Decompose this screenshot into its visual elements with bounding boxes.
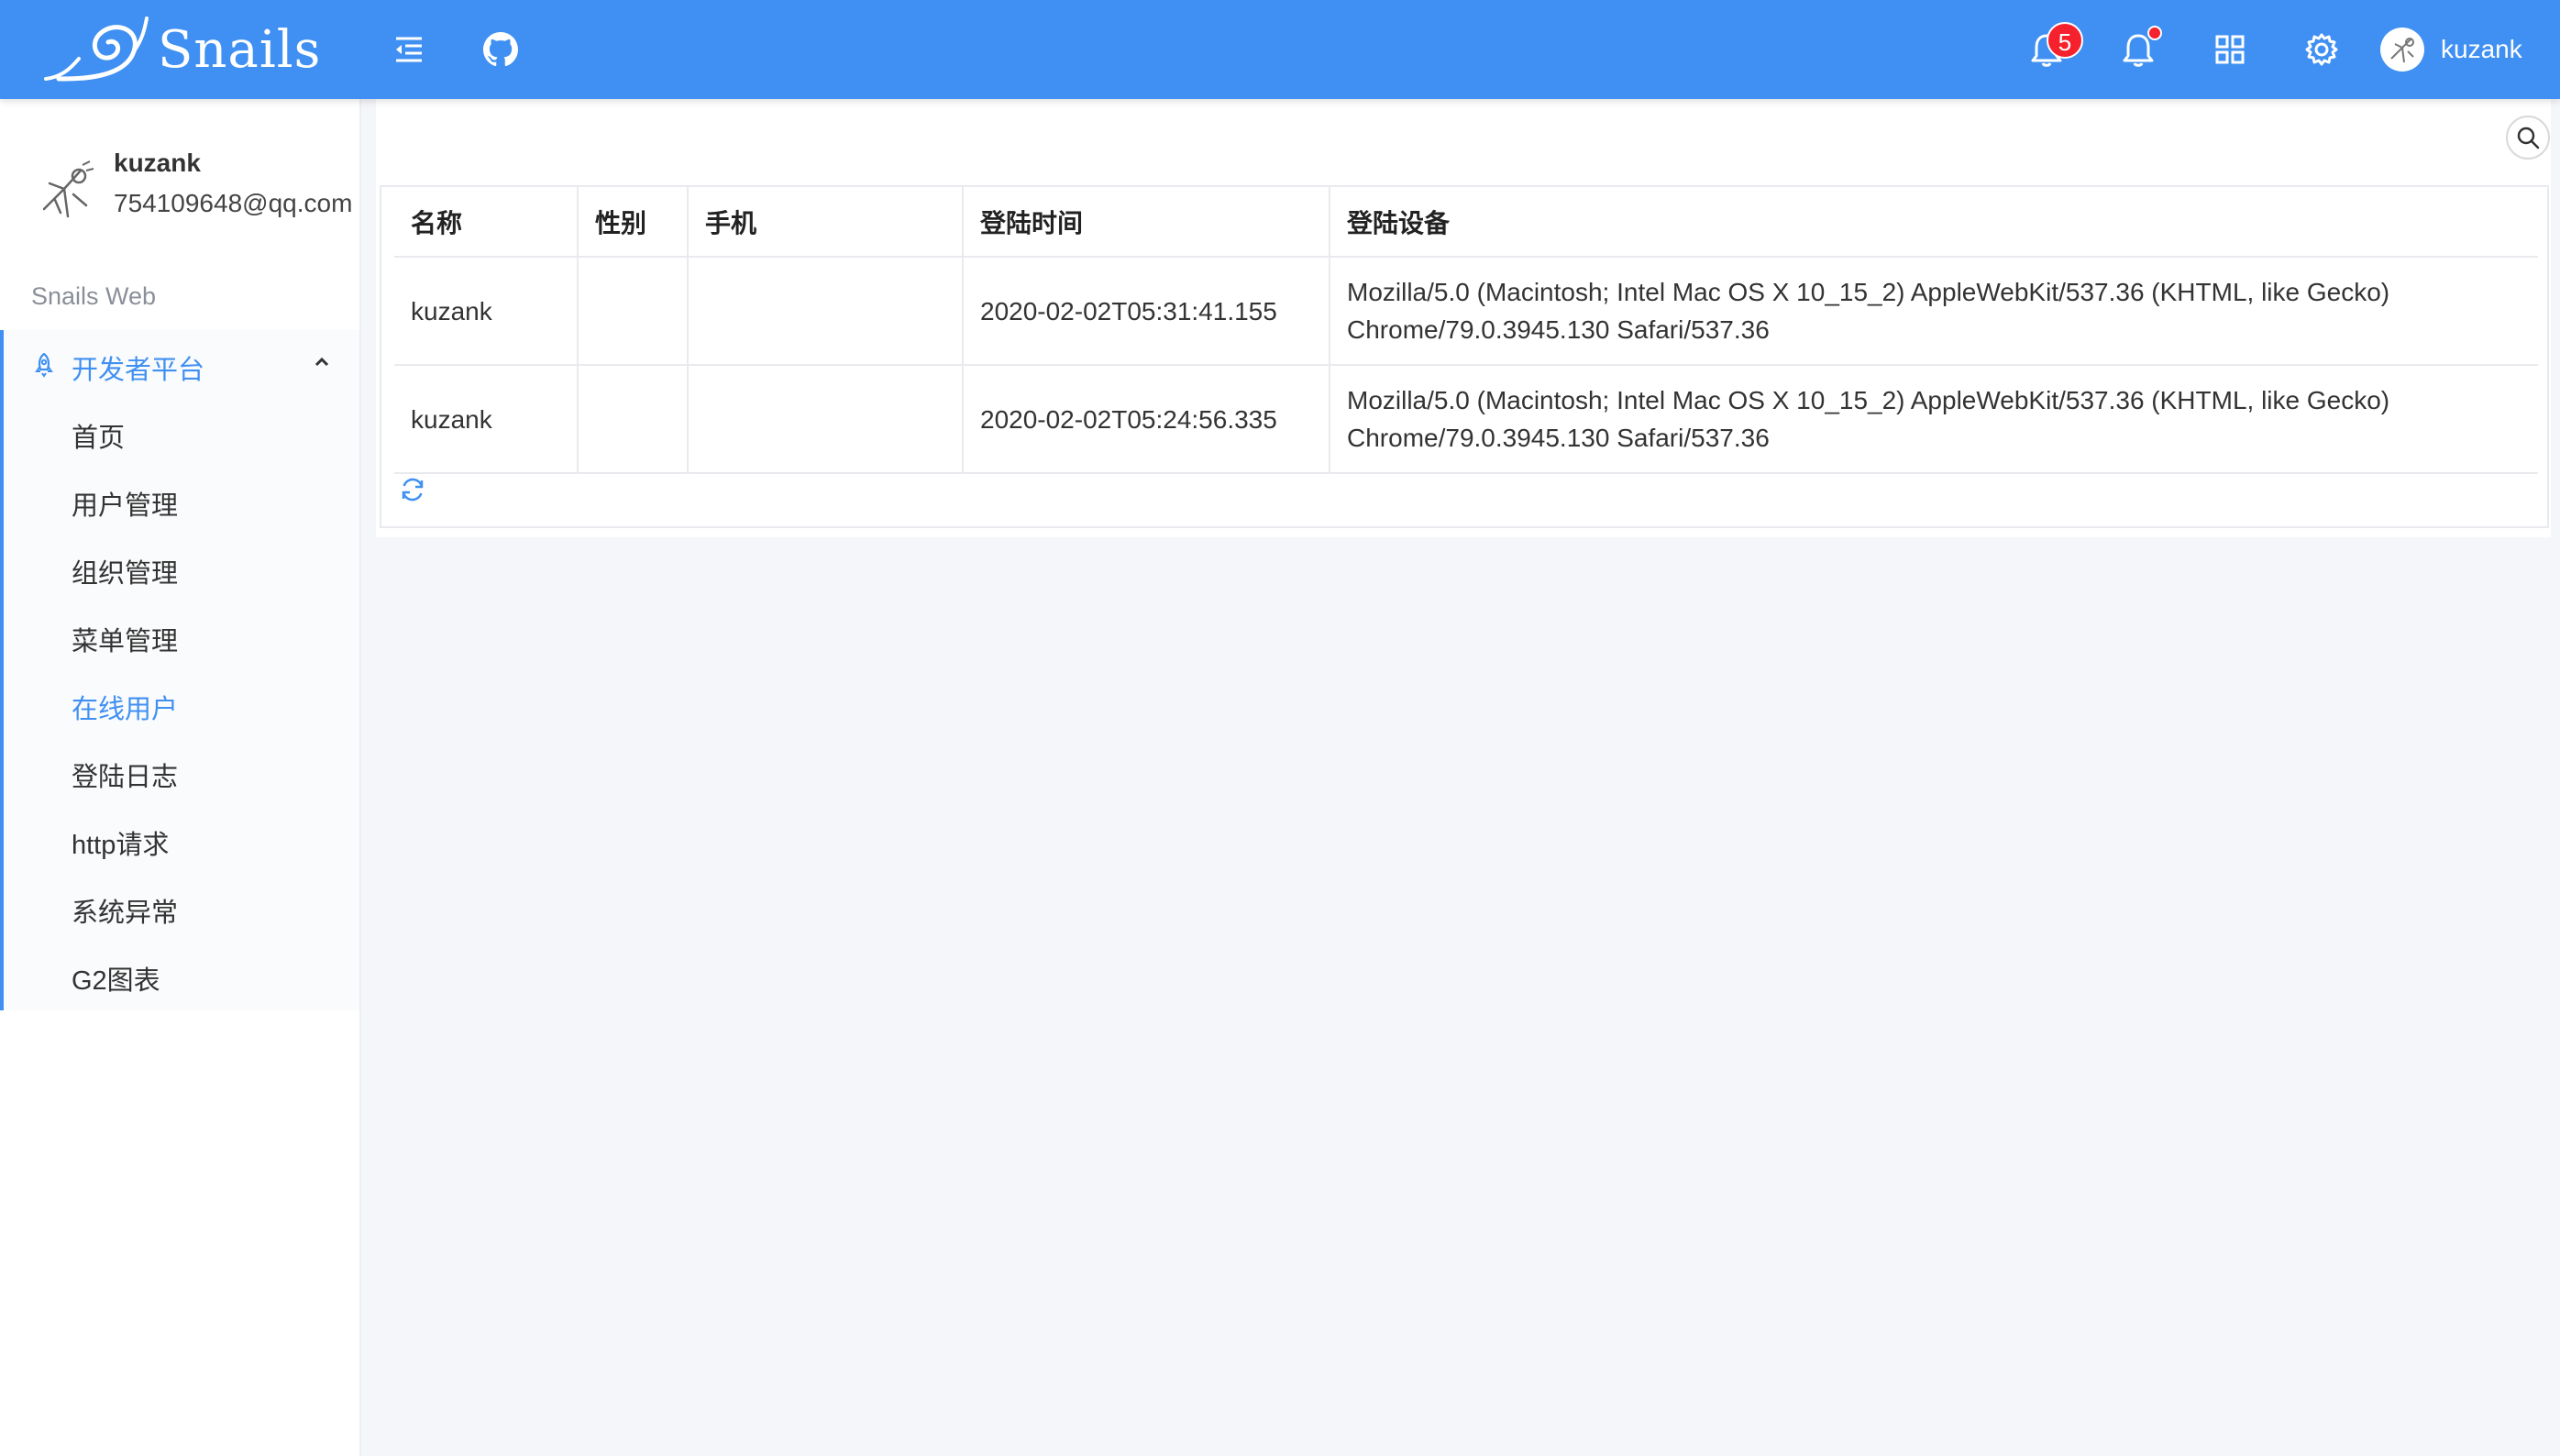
table-header-row: 名称 性别 手机 登陆时间 登陆设备 [394, 187, 2538, 258]
sidebar-item-label: G2图表 [72, 966, 160, 996]
user-avatar-sketch-icon [2390, 38, 2414, 63]
data-table: 名称 性别 手机 登陆时间 登陆设备 kuzank 2020-02-02T05:… [394, 187, 2538, 474]
unread-dot-badge [2147, 26, 2162, 40]
gear-icon [2305, 33, 2338, 66]
apps-grid-icon [2215, 35, 2245, 64]
profile-email: 754109648@qq.com [114, 189, 353, 217]
sidebar-item-label: 系统异常 [72, 899, 179, 928]
sidebar: kuzank 754109648@qq.com Snails Web 开发者平台… [0, 99, 361, 1456]
column-header-name[interactable]: 名称 [394, 187, 579, 258]
user-menu[interactable]: kuzank [2380, 28, 2522, 72]
sidebar-item-online-users[interactable]: 在线用户 [0, 669, 359, 737]
sidebar-item-http-requests[interactable]: http请求 [0, 805, 359, 873]
sidebar-item-login-logs[interactable]: 登陆日志 [0, 737, 359, 805]
notifications-button[interactable]: 5 [2019, 22, 2083, 77]
submenu-developer-platform[interactable]: 开发者平台 [0, 330, 359, 398]
menu-fold-button[interactable] [381, 22, 436, 77]
refresh-icon [402, 478, 424, 502]
sidebar-item-system-errors[interactable]: 系统异常 [0, 873, 359, 941]
github-button[interactable] [473, 22, 528, 77]
header-username: kuzank [2441, 35, 2522, 63]
cell-gender [578, 365, 689, 474]
sidebar-item-orgs[interactable]: 组织管理 [0, 534, 359, 601]
cell-login-time: 2020-02-02T05:24:56.335 [963, 365, 1330, 474]
cell-name: kuzank [394, 257, 579, 366]
avatar [42, 160, 94, 218]
submenu-title: 开发者平台 [72, 356, 205, 385]
logo-text: Snails [158, 19, 322, 80]
apps-button[interactable] [2202, 22, 2257, 77]
cell-login-time: 2020-02-02T05:31:41.155 [963, 257, 1330, 366]
logo[interactable]: Snails [42, 15, 321, 84]
table-row[interactable]: kuzank 2020-02-02T05:24:56.335 Mozilla/5… [394, 365, 2538, 474]
avatar [2380, 28, 2424, 72]
sidebar-item-g2-charts[interactable]: G2图表 [0, 941, 359, 1009]
search-button[interactable] [2506, 116, 2550, 160]
chevron-up-icon [314, 357, 329, 367]
refresh-button[interactable] [394, 471, 431, 508]
snail-logo-icon [44, 17, 149, 82]
cell-phone [688, 257, 964, 366]
table-row[interactable]: kuzank 2020-02-02T05:31:41.155 Mozilla/5… [394, 257, 2538, 366]
notification-count-badge: 5 [2047, 22, 2083, 59]
sidebar-item-label: http请求 [72, 831, 170, 860]
cell-login-device: Mozilla/5.0 (Macintosh; Intel Mac OS X 1… [1330, 365, 2538, 474]
sidebar-item-label: 组织管理 [72, 559, 179, 589]
sidebar-item-users[interactable]: 用户管理 [0, 466, 359, 534]
settings-button[interactable] [2294, 22, 2349, 77]
sidebar-item-label: 登陆日志 [72, 763, 179, 792]
cell-name: kuzank [394, 365, 579, 474]
column-header-gender[interactable]: 性别 [578, 187, 689, 258]
sidebar-item-home[interactable]: 首页 [0, 398, 359, 466]
cell-phone [688, 365, 964, 474]
online-users-table: 名称 性别 手机 登陆时间 登陆设备 kuzank 2020-02-02T05:… [380, 185, 2549, 528]
top-header: Snails 5 kuzank [0, 0, 2560, 99]
column-header-phone[interactable]: 手机 [688, 187, 964, 258]
cell-gender [578, 257, 689, 366]
cell-login-device: Mozilla/5.0 (Macintosh; Intel Mac OS X 1… [1330, 257, 2538, 366]
menu-fold-icon [396, 37, 422, 62]
menu-group-title: Snails Web [31, 282, 157, 310]
column-header-login-time[interactable]: 登陆时间 [963, 187, 1330, 258]
rocket-icon [35, 352, 53, 378]
github-icon [483, 32, 518, 67]
search-icon [2517, 127, 2540, 149]
sidebar-item-label: 在线用户 [72, 695, 179, 724]
sidebar-item-label: 菜单管理 [72, 627, 179, 656]
sidebar-item-menus[interactable]: 菜单管理 [0, 601, 359, 669]
sidebar-item-label: 首页 [72, 424, 126, 453]
sidebar-item-label: 用户管理 [72, 491, 179, 521]
column-header-login-device[interactable]: 登陆设备 [1330, 187, 2538, 258]
profile-name: kuzank [114, 149, 201, 177]
messages-button[interactable] [2111, 22, 2166, 77]
sidebar-profile: kuzank 754109648@qq.com [37, 147, 352, 238]
